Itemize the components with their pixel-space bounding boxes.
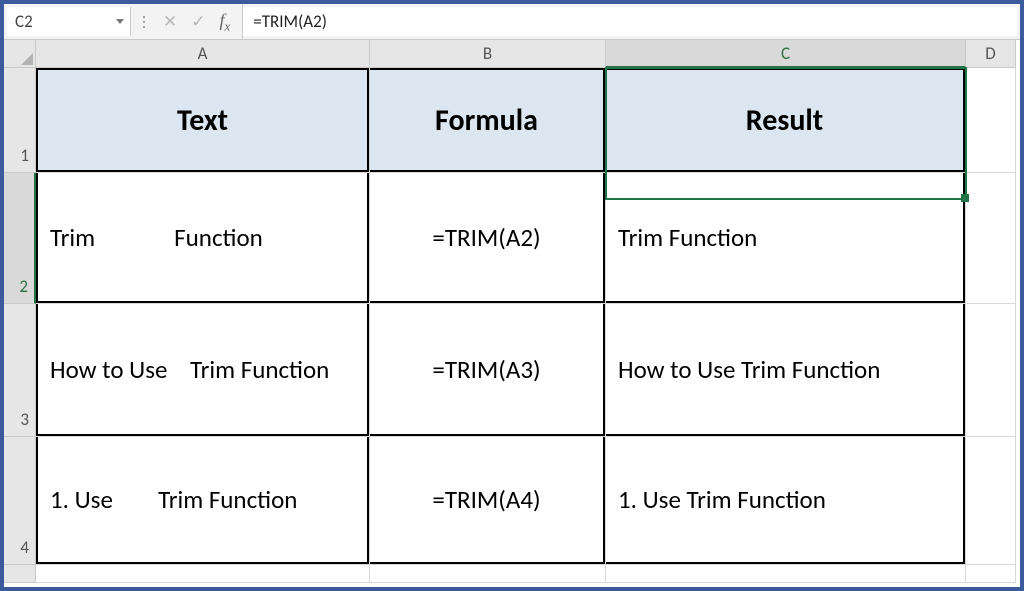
table-cell: Trim Function — [606, 173, 965, 303]
table-cell: How to Use Trim Function — [606, 304, 965, 436]
cell-a1[interactable]: Text — [36, 68, 370, 173]
cell-a2[interactable]: Trim Function — [36, 173, 370, 304]
table-header-text: Text — [36, 68, 369, 172]
col-header-c[interactable]: C — [606, 40, 966, 68]
name-box-input[interactable] — [15, 11, 85, 32]
cell-c1[interactable]: Result — [606, 68, 966, 173]
cell-c4[interactable]: 1. Use Trim Function — [606, 437, 966, 565]
cell-a4[interactable]: 1. Use Trim Function — [36, 437, 370, 565]
table-cell: Trim Function — [36, 173, 369, 303]
cell-b3[interactable]: =TRIM(A3) — [370, 304, 606, 437]
table-cell: 1. Use Trim Function — [36, 437, 369, 564]
cell-d4[interactable] — [966, 437, 1016, 565]
cell-d2[interactable] — [966, 173, 1016, 304]
table-cell: =TRIM(A3) — [370, 304, 605, 436]
select-all-corner[interactable] — [4, 40, 36, 68]
cell-c2[interactable]: Trim Function — [606, 173, 966, 304]
col-header-b[interactable]: B — [370, 40, 606, 68]
cell-a5[interactable] — [36, 565, 370, 583]
col-header-a[interactable]: A — [36, 40, 370, 68]
table-header-formula: Formula — [370, 68, 605, 172]
cell-b5[interactable] — [370, 565, 606, 583]
cell-b2[interactable]: =TRIM(A2) — [370, 173, 606, 304]
excel-window: ✕ ✓ fx A B C D 1 Text Formula Result 2 T… — [0, 0, 1024, 591]
cell-b4[interactable]: =TRIM(A4) — [370, 437, 606, 565]
cell-d3[interactable] — [966, 304, 1016, 437]
cell-b1[interactable]: Formula — [370, 68, 606, 173]
spreadsheet-grid[interactable]: A B C D 1 Text Formula Result 2 Trim Fun… — [4, 40, 1020, 587]
drag-handle-icon — [143, 21, 145, 23]
row-header-5[interactable] — [4, 565, 36, 583]
col-header-d[interactable]: D — [966, 40, 1016, 68]
cell-c5[interactable] — [606, 565, 966, 583]
cell-c3[interactable]: How to Use Trim Function — [606, 304, 966, 437]
fx-icon[interactable]: fx — [220, 11, 231, 33]
chevron-down-icon[interactable] — [116, 19, 124, 24]
row-header-1[interactable]: 1 — [4, 68, 36, 173]
row-header-2[interactable]: 2 — [4, 173, 36, 304]
formula-bar-buttons: ✕ ✓ fx — [131, 4, 243, 39]
cell-d5[interactable] — [966, 565, 1016, 583]
table-header-result: Result — [606, 68, 965, 172]
row-header-3[interactable]: 3 — [4, 304, 36, 437]
name-box[interactable] — [7, 7, 131, 36]
cancel-icon[interactable]: ✕ — [163, 13, 177, 30]
cell-a3[interactable]: How to Use Trim Function — [36, 304, 370, 437]
row-header-4[interactable]: 4 — [4, 437, 36, 565]
formula-bar: ✕ ✓ fx — [4, 4, 1020, 40]
table-cell: How to Use Trim Function — [36, 304, 369, 436]
table-cell: =TRIM(A2) — [370, 173, 605, 303]
table-cell: 1. Use Trim Function — [606, 437, 965, 564]
cell-d1[interactable] — [966, 68, 1016, 173]
formula-input[interactable] — [243, 7, 1017, 36]
enter-icon[interactable]: ✓ — [191, 13, 205, 30]
table-cell: =TRIM(A4) — [370, 437, 605, 564]
